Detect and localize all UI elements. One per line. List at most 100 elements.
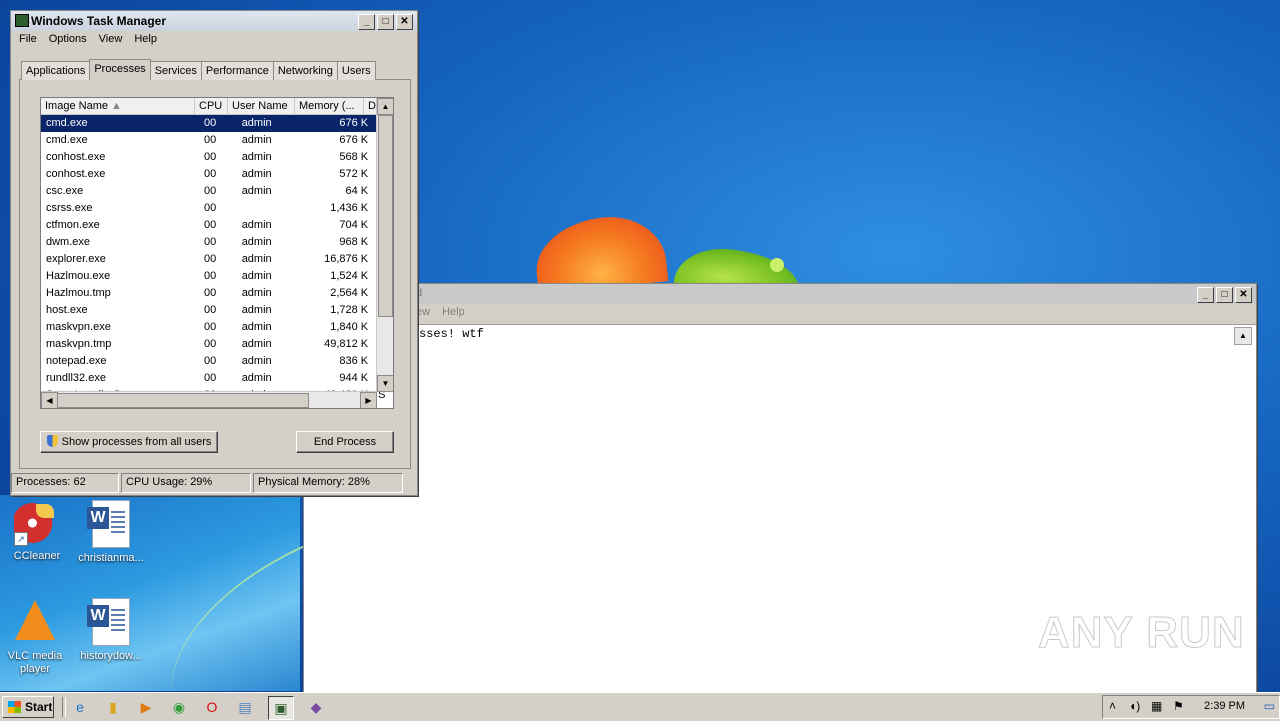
cell-image-name: Hazlmou.exe (46, 270, 111, 282)
status-cpu-usage: CPU Usage: 29% (121, 473, 251, 493)
cell-memory: 1,728 K (330, 304, 369, 316)
close-button[interactable]: ✕ (1235, 287, 1252, 303)
taskbar: Start e ▮ ▶ ◉ O ▤ ▣ ◆ ˄ ◖) ▦ ⚑ 2:39 PM ▭ (0, 692, 1280, 721)
table-row[interactable]: Hazlmou.exe00admin1,524 KZ (41, 268, 393, 285)
tab-processes[interactable]: Processes (89, 59, 151, 80)
flag-icon[interactable]: ⚑ (1173, 699, 1184, 713)
cell-cpu: 00 (204, 151, 217, 163)
column-memory[interactable]: Memory (... (295, 98, 364, 114)
chrome-icon[interactable]: ◉ (167, 696, 191, 718)
tab-networking[interactable]: Networking (272, 61, 338, 80)
cell-image-name: csrss.exe (46, 202, 93, 214)
maximize-button[interactable]: □ (377, 14, 394, 30)
desktop-icon-ccleaner[interactable]: ↗ CCleaner (2, 500, 72, 563)
notepad-titlebar[interactable]: d _ □ ✕ (304, 284, 1256, 304)
clock[interactable]: 2:39 PM (1204, 700, 1245, 712)
menu-file[interactable]: File (15, 31, 41, 49)
cell-memory: 676 K (339, 134, 369, 146)
list-header: Image Name ▲ CPU User Name Memory (... D (41, 98, 393, 115)
cell-user-name: admin (241, 338, 272, 350)
show-all-processes-button[interactable]: Show processes from all users (40, 431, 218, 453)
table-row[interactable]: csc.exe 00 admin 64 K (41, 183, 393, 200)
cell-cpu: 00 (204, 321, 217, 333)
notepad-icon[interactable]: ▤ (233, 696, 257, 718)
vertical-scrollbar[interactable]: ▲ ▼ (376, 98, 393, 392)
process-list[interactable]: Image Name ▲ CPU User Name Memory (... D… (40, 97, 394, 409)
scroll-up-arrow[interactable]: ▲ (377, 98, 393, 115)
word-document-icon (87, 598, 130, 646)
desktop-icon-christianma[interactable]: christianma... (76, 500, 146, 565)
show-desktop-icon[interactable]: ▭ (1264, 699, 1275, 713)
cell-image-name: cmd.exe (46, 134, 88, 146)
table-row[interactable]: maskvpn.tmp00admin49,812 KS (41, 336, 393, 353)
table-row[interactable]: Hazlmou.tmp00admin2,564 KS (41, 285, 393, 302)
minimize-button[interactable]: _ (358, 14, 375, 30)
table-row[interactable]: conhost.exe00admin568 KC (41, 149, 393, 166)
menu-view[interactable]: View (95, 31, 127, 49)
table-row[interactable]: notepad.exe00admin836 KN (41, 353, 393, 370)
table-row[interactable]: cmd.exe00admin676 KW (41, 115, 393, 132)
desktop-icon-historydow[interactable]: historydow... (76, 598, 146, 663)
table-row[interactable]: host.exe00admin1,728 Kh (41, 302, 393, 319)
scroll-up-arrow[interactable]: ▲ (1234, 327, 1252, 345)
media-player-icon[interactable]: ▶ (134, 696, 158, 718)
ie-icon[interactable]: e (68, 696, 92, 718)
cell-cpu: 00 (204, 287, 217, 299)
desktop-icon-vlc[interactable]: VLC media player (0, 598, 70, 676)
maximize-button[interactable]: □ (1216, 287, 1233, 303)
menu-bar: File Options View Help (11, 31, 417, 49)
menu-options[interactable]: Options (45, 31, 91, 49)
network-icon[interactable]: ▦ (1151, 699, 1162, 713)
word-document-icon (87, 500, 130, 548)
horizontal-scrollbar[interactable]: ◀ ▶ (41, 391, 377, 408)
start-button[interactable]: Start (2, 696, 54, 718)
cell-memory: 1,524 K (330, 270, 369, 282)
cell-image-name: rundll32.exe (46, 372, 106, 384)
scroll-left-arrow[interactable]: ◀ (41, 392, 58, 408)
task-manager-window[interactable]: Windows Task Manager _ □ ✕ File Options … (10, 10, 418, 496)
menu-help[interactable]: Help (130, 31, 161, 49)
app-icon[interactable]: ◆ (304, 696, 328, 718)
end-process-button[interactable]: End Process (296, 431, 394, 453)
minimize-button[interactable]: _ (1197, 287, 1214, 303)
task-manager-icon[interactable]: ▣ (268, 696, 294, 720)
close-button[interactable]: ✕ (396, 14, 413, 30)
table-row[interactable]: cmd.exe00admin676 KW (41, 132, 393, 149)
cell-image-name: cmd.exe (46, 117, 88, 129)
scroll-right-arrow[interactable]: ▶ (360, 392, 377, 408)
table-row[interactable]: rundll32.exe00admin944 KW (41, 370, 393, 387)
cell-cpu: 00 (204, 372, 217, 384)
tab-applications[interactable]: Applications (21, 61, 91, 80)
column-image-name[interactable]: Image Name ▲ (41, 98, 195, 114)
table-row[interactable]: ctfmon.exe00admin704 KC (41, 217, 393, 234)
column-cpu[interactable]: CPU (195, 98, 228, 114)
table-row[interactable]: csrss.exe 00 1,436 K (41, 200, 393, 217)
tab-performance[interactable]: Performance (200, 61, 274, 80)
tab-users[interactable]: Users (336, 61, 376, 80)
task-manager-titlebar[interactable]: Windows Task Manager _ □ ✕ (11, 11, 417, 31)
cell-memory: 568 K (339, 151, 369, 163)
cell-user-name: admin (241, 253, 272, 265)
tab-services[interactable]: Services (149, 61, 202, 80)
cell-image-name: host.exe (46, 304, 88, 316)
scroll-down-arrow[interactable]: ▼ (377, 375, 393, 392)
status-processes: Processes: 62 (11, 473, 119, 493)
scroll-thumb[interactable] (378, 115, 393, 317)
process-rows: cmd.exe00admin676 KWcmd.exe00admin676 KW… (41, 115, 393, 404)
cell-memory: 676 K (339, 117, 369, 129)
table-row[interactable]: conhost.exe00admin572 KC (41, 166, 393, 183)
cell-image-name: Hazlmou.tmp (46, 287, 111, 299)
table-row[interactable]: dwm.exe00admin968 KD (41, 234, 393, 251)
window-title: Windows Task Manager (31, 14, 167, 28)
cell-user-name: admin (241, 134, 272, 146)
column-user-name[interactable]: User Name (228, 98, 295, 114)
task-manager-icon (15, 14, 29, 27)
explorer-icon[interactable]: ▮ (101, 696, 125, 718)
table-row[interactable]: maskvpn.exe00admin1,840 KM (41, 319, 393, 336)
speaker-icon[interactable]: ◖) (1129, 699, 1140, 713)
table-row[interactable]: explorer.exe00admin16,876 KW (41, 251, 393, 268)
scroll-thumb[interactable] (57, 393, 309, 408)
chevron-up-icon[interactable]: ˄ (1109, 699, 1116, 713)
opera-icon[interactable]: O (200, 696, 224, 718)
menu-help[interactable]: Help (438, 304, 469, 322)
